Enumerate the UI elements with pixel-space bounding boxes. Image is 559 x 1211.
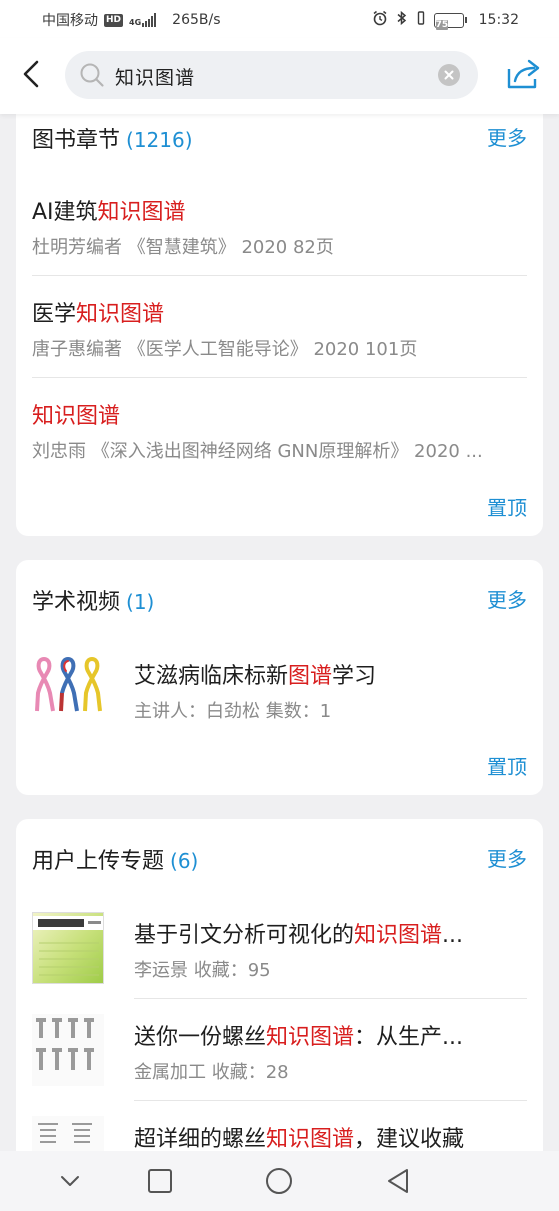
- item-title: 基于引文分析可视化的知识图谱...: [134, 923, 464, 948]
- signal-icon: 4G: [129, 13, 157, 27]
- divider: [32, 377, 527, 378]
- search-input[interactable]: 知识图谱: [65, 51, 478, 99]
- section-count: (1216): [126, 128, 193, 152]
- chevron-down-icon: [61, 1176, 79, 1186]
- book-chapters-card: 图书章节 (1216) 更多 AI建筑知识图谱 杜明芳编者 《智慧建筑》 2020…: [16, 100, 543, 536]
- pin-to-top-link[interactable]: 置顶: [487, 492, 527, 521]
- vibrate-icon: [416, 10, 426, 30]
- card-header: 用户上传专题 (6) 更多: [32, 843, 527, 883]
- home-nav-button[interactable]: [263, 1165, 295, 1197]
- item-title: 超详细的螺丝知识图谱，建议收藏: [134, 1127, 465, 1152]
- more-link[interactable]: 更多: [487, 843, 527, 872]
- item-title: AI建筑知识图谱: [32, 200, 186, 225]
- battery-icon: 75: [433, 12, 467, 30]
- topic-thumbnail: [32, 1014, 104, 1086]
- section-count: (1): [126, 590, 155, 614]
- recents-nav-icon: [148, 1169, 172, 1193]
- keyword-highlight: 知识图谱: [97, 200, 186, 225]
- item-title: 艾滋病临床标新图谱学习: [134, 664, 377, 689]
- item-meta: 唐子惠编著 《医学人工智能导论》 2020 101页: [32, 339, 418, 360]
- divider: [134, 998, 527, 999]
- list-item[interactable]: 知识图谱 刘忠雨 《深入浅出图神经网络 GNN原理解析》 2020 ...: [32, 380, 527, 482]
- item-meta: 金属加工 收藏：28: [134, 1062, 289, 1083]
- topic-item[interactable]: 送你一份螺丝知识图谱：从生产... 金属加工 收藏：28: [32, 1009, 527, 1105]
- back-arrow-icon: [23, 60, 39, 88]
- divider: [32, 275, 527, 276]
- collapse-nav-button[interactable]: [54, 1165, 86, 1197]
- clear-button[interactable]: [438, 64, 460, 86]
- back-nav-icon: [388, 1169, 408, 1193]
- item-meta: 杜明芳编者 《智慧建筑》 2020 82页: [32, 237, 334, 258]
- battery-level: 75: [435, 19, 449, 30]
- hd-badge: HD: [104, 13, 124, 27]
- system-nav-bar: [0, 1151, 559, 1211]
- section-title: 学术视频: [32, 590, 121, 615]
- divider: [134, 1100, 527, 1101]
- recents-nav-button[interactable]: [144, 1165, 176, 1197]
- home-nav-icon: [266, 1168, 292, 1194]
- net-speed: 265B/s: [172, 12, 221, 28]
- video-thumbnail: [32, 655, 104, 727]
- clock: 15:32: [478, 12, 519, 28]
- topic-thumbnail: [32, 912, 104, 984]
- back-nav-button[interactable]: [382, 1165, 414, 1197]
- card-header: 学术视频 (1) 更多: [32, 584, 527, 624]
- keyword-highlight: 知识图谱: [76, 302, 165, 327]
- keyword-highlight: 知识图谱: [354, 923, 443, 948]
- clear-icon: [444, 70, 454, 80]
- more-link[interactable]: 更多: [487, 584, 527, 613]
- academic-videos-card: 学术视频 (1) 更多 艾滋病临床标新图谱学习 主讲人：白劲松 集数：1 置顶: [16, 560, 543, 795]
- more-link[interactable]: 更多: [487, 122, 527, 151]
- item-meta: 主讲人：白劲松 集数：1: [134, 701, 332, 722]
- item-title: 医学知识图谱: [32, 302, 165, 327]
- alarm-icon: [372, 10, 388, 30]
- list-item[interactable]: AI建筑知识图谱 杜明芳编者 《智慧建筑》 2020 82页: [32, 176, 527, 278]
- item-title: 知识图谱: [32, 398, 120, 430]
- keyword-highlight: 图谱: [288, 664, 333, 689]
- keyword-highlight: 知识图谱: [266, 1025, 355, 1050]
- item-title: 送你一份螺丝知识图谱：从生产...: [134, 1025, 464, 1050]
- video-item[interactable]: 艾滋病临床标新图谱学习 主讲人：白劲松 集数：1: [32, 650, 527, 730]
- section-title: 图书章节: [32, 128, 121, 153]
- section-title: 用户上传专题: [32, 849, 165, 874]
- status-left: 中国移动 HD 4G 265B/s: [42, 10, 221, 30]
- back-button[interactable]: [16, 56, 52, 92]
- search-header: 知识图谱: [0, 38, 559, 114]
- net-type-label: 4G: [129, 18, 142, 27]
- carrier-label: 中国移动: [42, 13, 98, 29]
- item-meta: 李运景 收藏：95: [134, 960, 271, 981]
- bluetooth-icon: [396, 10, 408, 30]
- keyword-highlight: 知识图谱: [266, 1127, 355, 1152]
- list-item[interactable]: 医学知识图谱 唐子惠编著 《医学人工智能导论》 2020 101页: [32, 278, 527, 380]
- search-value: 知识图谱: [115, 67, 196, 89]
- status-bar: 中国移动 HD 4G 265B/s 75 15:32: [0, 0, 559, 38]
- section-count: (6): [170, 849, 199, 873]
- search-icon: [80, 63, 104, 87]
- topic-item[interactable]: 基于引文分析可视化的知识图谱... 李运景 收藏：95: [32, 907, 527, 1003]
- keyword-highlight: 知识图谱: [32, 404, 121, 429]
- card-header: 图书章节 (1216) 更多: [32, 122, 527, 162]
- pin-to-top-link[interactable]: 置顶: [487, 751, 527, 780]
- item-meta: 刘忠雨 《深入浅出图神经网络 GNN原理解析》 2020 ...: [32, 441, 483, 462]
- status-right: 75 15:32: [372, 10, 519, 30]
- share-icon: [507, 59, 540, 89]
- share-button[interactable]: [505, 56, 543, 92]
